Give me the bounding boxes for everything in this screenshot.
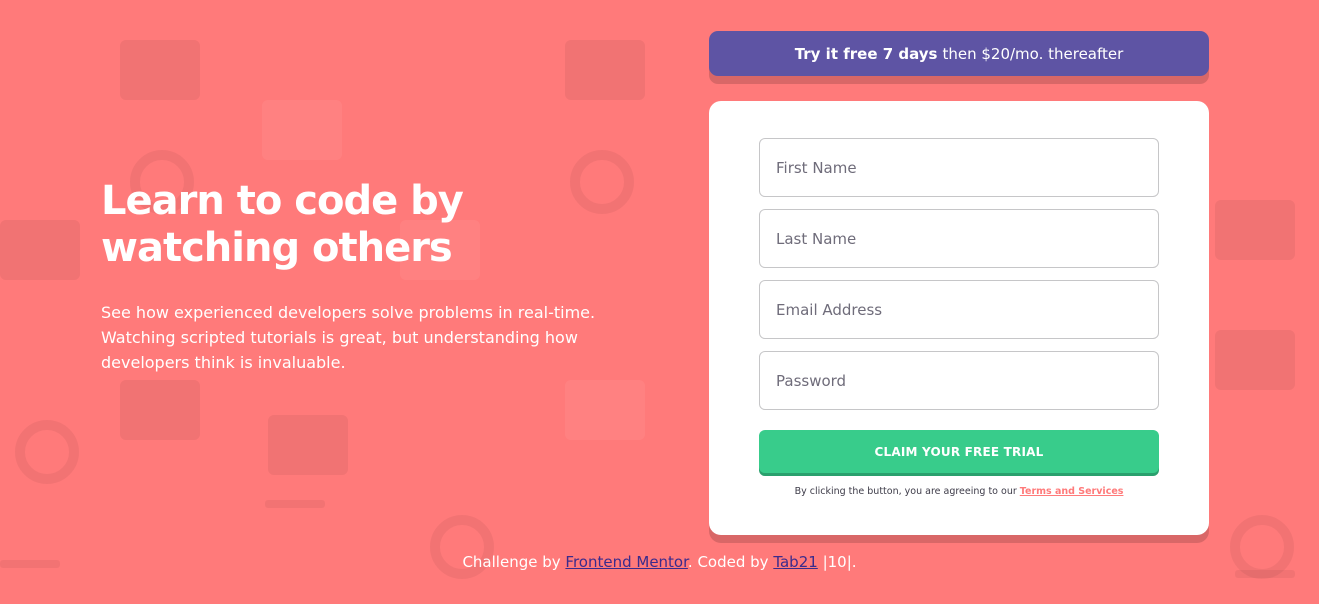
email-input[interactable] <box>776 300 1142 319</box>
password-field-wrapper <box>759 351 1159 410</box>
page-title-line1: Learn to code by <box>101 178 464 224</box>
footer-middle: . Coded by <box>687 553 769 571</box>
frontend-mentor-link[interactable]: Frontend Mentor <box>565 553 688 571</box>
attribution-footer: Challenge by Frontend Mentor. Coded by T… <box>0 553 1319 571</box>
terms-link[interactable]: Terms and Services <box>1020 486 1124 497</box>
email-field-wrapper <box>759 280 1159 339</box>
page-title-line2: watching others <box>101 225 453 271</box>
password-input[interactable] <box>776 371 1142 390</box>
intro-section: Learn to code by watching others See how… <box>101 178 621 375</box>
footer-suffix: |10|. <box>822 553 857 571</box>
first-name-field-wrapper <box>759 138 1159 197</box>
promo-strong-text: Try it free 7 days <box>794 44 938 63</box>
terms-prefix: By clicking the button, you are agreeing… <box>794 486 1017 497</box>
claim-free-trial-button[interactable]: CLAIM YOUR FREE TRIAL <box>759 430 1159 473</box>
promo-banner: Try it free 7 days then $20/mo. thereaft… <box>709 31 1209 76</box>
signup-form: CLAIM YOUR FREE TRIAL By clicking the bu… <box>709 101 1209 535</box>
intro-description: See how experienced developers solve pro… <box>101 303 596 372</box>
promo-rest-text: then $20/mo. thereafter <box>942 44 1124 63</box>
footer-prefix: Challenge by <box>462 553 561 571</box>
terms-notice: By clicking the button, you are agreeing… <box>709 486 1209 497</box>
page-title: Learn to code by watching others <box>101 178 621 272</box>
last-name-input[interactable] <box>776 229 1142 248</box>
first-name-input[interactable] <box>776 158 1142 177</box>
last-name-field-wrapper <box>759 209 1159 268</box>
coder-link[interactable]: Tab21 <box>773 553 817 571</box>
